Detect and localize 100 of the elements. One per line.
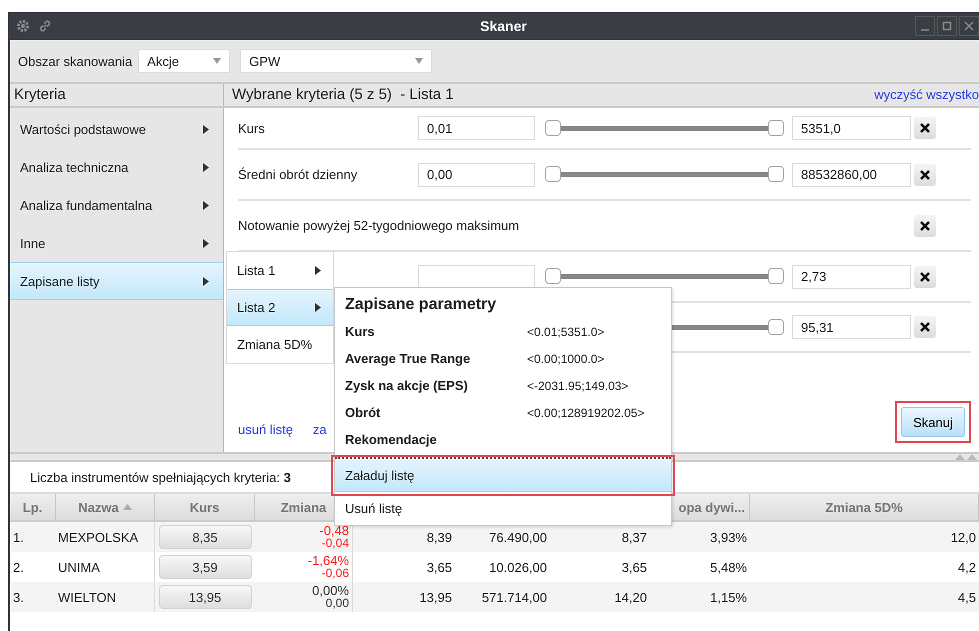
parameter-name: Kurs <box>345 324 376 339</box>
remove-button[interactable] <box>914 164 936 186</box>
close-icon <box>920 322 930 332</box>
table-cell-text: 14,20 <box>613 588 648 606</box>
close-icon <box>920 170 930 180</box>
criterion-label: Średni obrót dzienny <box>238 167 358 182</box>
window-title: Skaner <box>480 18 527 34</box>
category-item[interactable]: Wartości podstawowe <box>10 110 223 148</box>
price-button[interactable]: 13,95 <box>158 585 252 609</box>
list-link[interactable]: za <box>312 422 327 437</box>
category-item[interactable]: Inne <box>10 224 223 262</box>
category-item[interactable]: Zapisane listy <box>10 262 223 300</box>
max-field[interactable]: 2,73 <box>792 264 911 288</box>
scan-area-label: Obszar skanowania <box>18 54 132 68</box>
arrow-right-icon <box>203 162 209 172</box>
remove-button[interactable] <box>914 266 936 288</box>
slider-handle[interactable] <box>545 268 561 284</box>
slider-handle[interactable] <box>545 166 561 182</box>
table-cell-text: 1. <box>12 528 25 546</box>
table-cell: WIELTON <box>56 582 155 612</box>
slider-handle[interactable] <box>768 268 784 284</box>
change-percent: 0,00% <box>312 584 349 597</box>
change-percent: -1,64% <box>308 554 349 567</box>
close-icon <box>920 123 930 133</box>
table-cell-text: 3,65 <box>426 558 453 576</box>
remove-button[interactable] <box>914 316 936 338</box>
table-cell-text: 13,95 <box>418 588 453 606</box>
table-cell-text: 76.490,00 <box>488 528 548 546</box>
table-cell-text: 3,93% <box>709 528 748 546</box>
slider-handle[interactable] <box>545 120 561 136</box>
parameter-name: Obrót <box>345 405 382 420</box>
close-icon <box>964 21 974 31</box>
range-slider[interactable] <box>545 268 784 286</box>
table-cell-text: 4,5 <box>956 588 977 606</box>
parameter-name: Rekomendacje <box>345 432 438 447</box>
caret-icon <box>213 58 222 64</box>
slider-handle[interactable] <box>768 120 784 136</box>
change-value: 0,00 <box>326 597 349 610</box>
change-percent: -0,48 <box>319 524 349 537</box>
column-header[interactable]: Kurs <box>155 494 255 520</box>
table-cell-text: 3. <box>12 588 25 606</box>
table-cell-text: 12,0 <box>950 528 977 546</box>
price-button[interactable]: 8,35 <box>158 525 252 549</box>
category-item[interactable]: Analiza fundamentalna <box>10 186 223 224</box>
table-cell-text: 8,37 <box>620 528 648 546</box>
maximize-button[interactable] <box>937 16 957 36</box>
change-value: -0,06 <box>322 567 349 580</box>
range-slider[interactable] <box>545 119 784 137</box>
remove-button[interactable] <box>914 117 936 139</box>
caret-icon <box>415 58 424 64</box>
settings-icon[interactable] <box>16 19 30 33</box>
column-header[interactable]: Zmiana 5D% <box>750 494 979 520</box>
table-cell-text: 571.714,00 <box>480 588 548 606</box>
list-link[interactable]: usuń listę <box>238 422 293 437</box>
table-cell-text: 1,15% <box>709 588 748 606</box>
min-field[interactable]: 0,00 <box>418 162 535 186</box>
close-button[interactable] <box>959 16 979 36</box>
change-value: -0,04 <box>322 537 349 550</box>
table-cell-text: 8,39 <box>426 528 453 546</box>
table-cell-text: 10.026,00 <box>488 558 548 576</box>
menu-item[interactable]: Usuń listę <box>335 492 671 525</box>
max-field[interactable]: 95,31 <box>792 315 911 339</box>
panel-header: Wybrane kryteria (5 z 5) - Lista 1 <box>232 85 454 105</box>
arrow-right-icon <box>203 238 209 248</box>
minimize-button[interactable] <box>915 16 935 36</box>
criterion-label: Kurs <box>238 120 266 136</box>
submenu-item[interactable]: Lista 2 <box>227 289 333 326</box>
table-cell-text: 5,48% <box>709 558 748 576</box>
panel-header: Kryteria <box>10 84 224 106</box>
table-cell-text: 4,2 <box>956 558 977 576</box>
max-field[interactable]: 88532860,00 <box>792 162 911 186</box>
dropdown[interactable]: GPW <box>240 49 432 73</box>
link-icon[interactable] <box>38 19 52 33</box>
column-header[interactable]: Nazwa <box>56 494 155 520</box>
table-cell-text: 2. <box>12 558 25 576</box>
slider-handle[interactable] <box>768 166 784 182</box>
parameter-range: <0.00;1000.0> <box>527 352 606 366</box>
price-button[interactable]: 3,59 <box>158 555 252 579</box>
slider-handle[interactable] <box>768 318 784 334</box>
parameter-name: Average True Range <box>345 351 472 366</box>
table-cell-text: 3,65 <box>620 558 648 576</box>
range-slider[interactable] <box>545 166 784 184</box>
close-icon <box>920 272 930 282</box>
arrow-right-icon <box>203 276 209 286</box>
parameter-name: Zysk na akcje (EPS) <box>345 378 469 393</box>
min-field[interactable] <box>418 264 535 288</box>
clear-all-link[interactable]: wyczyść wszystko <box>874 84 979 106</box>
close-icon <box>920 220 930 230</box>
remove-button[interactable] <box>914 214 936 236</box>
parameter-range: <0.00;128919202.05> <box>527 406 646 420</box>
arrow-right-icon <box>203 124 209 134</box>
criterion-label: Notowanie powyżej 52-tygodniowego maksimum <box>238 218 520 233</box>
arrow-right-icon <box>203 200 209 210</box>
popup-title: Zapisane parametry <box>344 295 498 315</box>
min-field[interactable]: 0,01 <box>418 116 535 140</box>
scan-button[interactable]: Skanuj <box>901 407 965 437</box>
dropdown[interactable]: Akcje <box>138 49 230 73</box>
maximize-icon <box>942 21 952 31</box>
max-field[interactable]: 5351,0 <box>792 116 911 140</box>
category-item[interactable]: Analiza techniczna <box>10 148 223 186</box>
